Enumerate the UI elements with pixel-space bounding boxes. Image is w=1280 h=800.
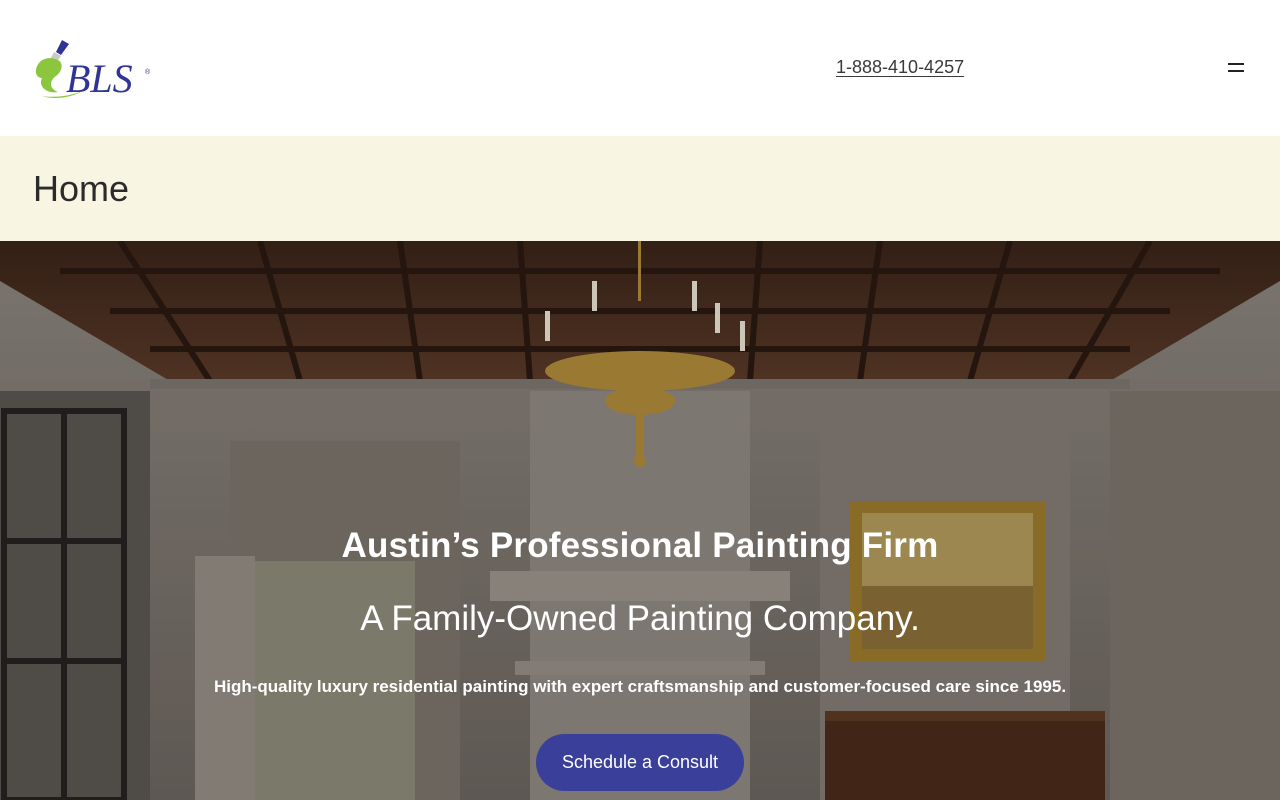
menu-bar-bottom	[1228, 70, 1244, 72]
page-title: Home	[33, 168, 130, 209]
phone-link[interactable]: 1-888-410-4257	[836, 57, 964, 78]
site-header: BLS ® 1-888-410-4257	[0, 0, 1280, 136]
svg-text:®: ®	[145, 68, 151, 76]
hamburger-icon[interactable]	[1222, 56, 1250, 80]
hero-description: High-quality luxury residential painting…	[213, 677, 1067, 696]
page-title-band: Home	[0, 136, 1280, 241]
bls-logo[interactable]: BLS ®	[32, 36, 154, 100]
hero-heading: Austin’s Professional Painting Firm	[341, 526, 939, 565]
svg-text:BLS: BLS	[66, 56, 133, 100]
hero-section: Austin’s Professional Painting Firm A Fa…	[0, 241, 1280, 800]
menu-bar-top	[1228, 63, 1244, 65]
hero-subheading: A Family-Owned Painting Company.	[360, 599, 920, 638]
hero-content: Austin’s Professional Painting Firm A Fa…	[0, 241, 1280, 800]
bls-logo-graphic: BLS ®	[35, 40, 151, 100]
schedule-consult-button[interactable]: Schedule a Consult	[536, 734, 744, 791]
